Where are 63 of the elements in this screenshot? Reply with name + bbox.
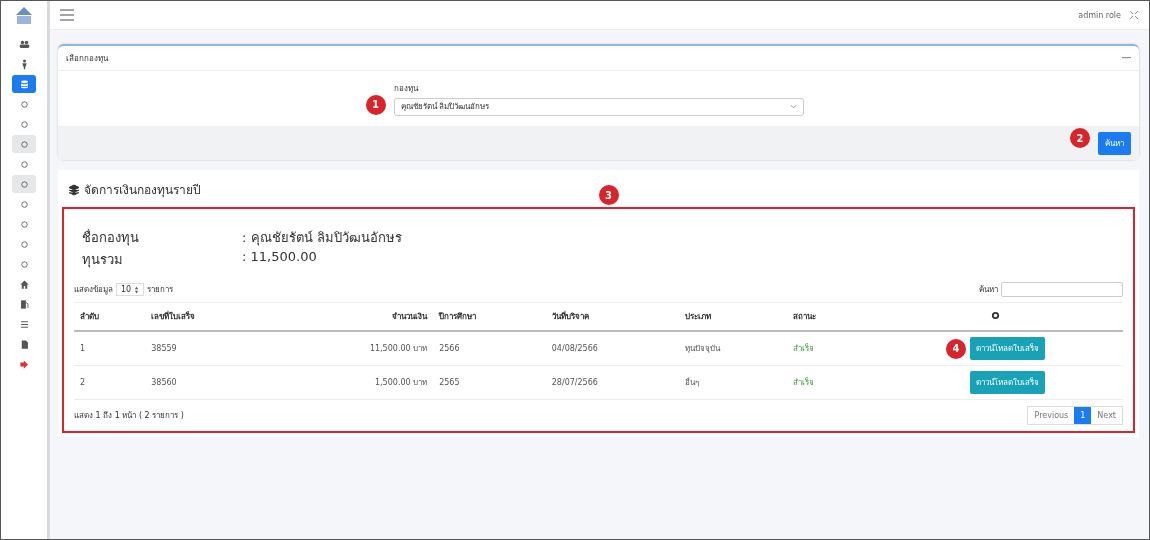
circle-icon <box>18 98 30 110</box>
circle-icon <box>18 218 30 230</box>
callout-marker: 3 <box>598 185 619 205</box>
callout-marker: 4 <box>945 338 966 359</box>
column-header[interactable]: จำนวนเงิน <box>273 302 434 331</box>
circle-icon <box>18 138 30 150</box>
circle-icon <box>18 258 30 270</box>
table-cell: 1,500.00 บาท <box>273 365 434 400</box>
column-header[interactable]: ประเภท <box>679 302 788 331</box>
length-label: แสดงข้อมูล <box>74 284 113 296</box>
callout-marker: 2 <box>1070 128 1090 148</box>
info-label: ชื่อกองทุน <box>82 228 140 248</box>
logout-icon <box>18 358 30 370</box>
pagination-button[interactable]: 1 <box>1074 407 1092 424</box>
table-cell: 38559 <box>145 331 274 366</box>
table-cell: 11,500.00 บาท <box>273 331 434 366</box>
list-icon <box>18 318 30 330</box>
table-cell: 38560 <box>145 365 274 400</box>
caret-icon <box>789 104 797 109</box>
search-field[interactable] <box>1001 282 1123 297</box>
table-cell: 04/08/2566 <box>545 331 680 366</box>
sort-arrows-icon <box>134 285 140 294</box>
circle-icon <box>18 198 30 210</box>
column-header[interactable]: วันที่บริจาค <box>545 302 680 331</box>
section-title: จัดการเงินกองทุนรายปี <box>84 182 201 199</box>
length-label: รายการ <box>147 284 174 296</box>
search-label: ค้นหา <box>979 284 998 296</box>
table-cell: 2565 <box>433 365 546 400</box>
field-label: กองทุน <box>393 82 419 95</box>
users-icon <box>18 38 30 50</box>
table-cell: 28/07/2566 <box>545 365 680 400</box>
table-cell: 2566 <box>433 331 546 366</box>
card-title: เลือกกองทุน <box>66 52 108 65</box>
home-icon <box>18 278 30 290</box>
info-label: ทุนรวม <box>82 251 124 270</box>
table-cell: อื่นๆ <box>679 365 788 400</box>
column-header[interactable]: ปีการศึกษา <box>433 302 546 331</box>
table-cell: ทุนปัจจุบัน <box>679 331 788 366</box>
user-role[interactable]: admin role <box>1078 10 1121 20</box>
circle-icon <box>18 178 30 190</box>
info-value: : คุณชัยรัตน์ ลิมปิวัฒนอักษร <box>242 229 403 248</box>
status-text: สำเร็จ <box>787 365 868 400</box>
table-info: แสดง 1 ถึง 1 หน้า ( 2 รายการ ) <box>74 410 184 422</box>
page-length-select[interactable]: 10 <box>116 283 145 296</box>
fund-select[interactable]: คุณชัยรัตน์ ลิมปิวัฒนอักษร <box>393 97 804 116</box>
layers-icon <box>68 183 80 196</box>
table-cell: 1 <box>74 331 146 366</box>
expand-icon[interactable] <box>1129 10 1139 20</box>
circle-icon <box>18 238 30 250</box>
circle-icon <box>18 158 30 170</box>
column-header[interactable]: สถานะ <box>787 302 868 331</box>
search-button[interactable]: ค้นหา <box>1098 132 1131 155</box>
menu-icon[interactable] <box>60 9 74 21</box>
database-icon <box>18 78 30 90</box>
table-cell: 2 <box>74 365 146 400</box>
column-header[interactable]: เลขที่ใบเสร็จ <box>145 302 274 331</box>
pump-icon <box>18 298 30 310</box>
info-value: : 11,500.00 <box>242 249 318 266</box>
circle-icon <box>18 118 30 130</box>
sidebar-item[interactable] <box>12 75 36 93</box>
callout-marker: 1 <box>365 94 386 115</box>
status-text: สำเร็จ <box>787 331 868 366</box>
column-header[interactable]: ลำดับ <box>74 302 146 331</box>
